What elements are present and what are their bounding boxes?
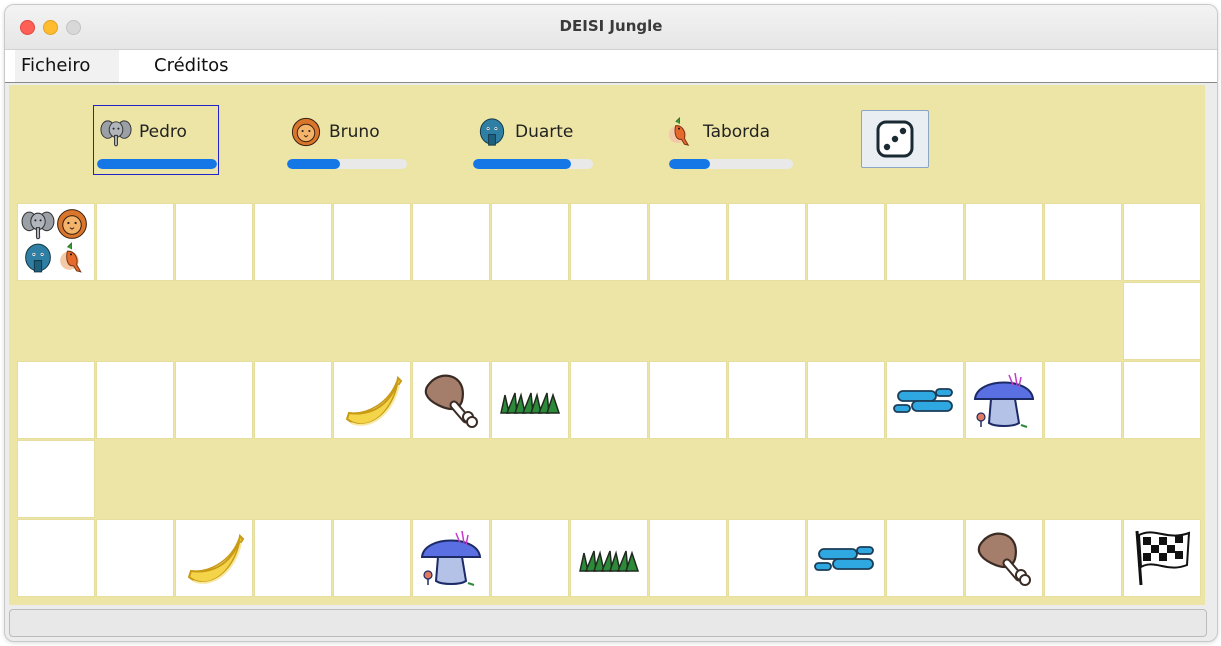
bird-icon	[668, 117, 690, 146]
game-panel: Pedro Bruno Duarte Taborda	[9, 85, 1205, 605]
board-cell	[570, 361, 648, 439]
banana-icon	[345, 375, 403, 426]
energy-bar-fill	[669, 159, 710, 169]
board-cell	[17, 440, 95, 518]
meat-icon	[424, 374, 478, 428]
meat-icon	[977, 532, 1031, 586]
board-cell	[1044, 203, 1122, 281]
player-header: Duarte	[475, 115, 573, 149]
player-duarte[interactable]: Duarte	[469, 105, 597, 175]
board-cell	[1123, 282, 1201, 360]
board-cell	[333, 203, 411, 281]
bird-icon	[60, 242, 82, 273]
energy-bar	[97, 159, 217, 169]
board-cell	[886, 361, 964, 439]
dice-button[interactable]	[861, 110, 929, 168]
board-cell	[17, 361, 95, 439]
mushroom-icon	[420, 530, 482, 586]
board-cell	[1123, 519, 1201, 597]
banana-icon	[187, 533, 245, 584]
board-cell	[886, 519, 964, 597]
mushroom-icon	[973, 372, 1035, 428]
player-taborda[interactable]: Taborda	[657, 105, 805, 175]
board-cell	[491, 519, 569, 597]
title-bar: DEISI Jungle	[5, 5, 1217, 50]
board-cell	[491, 203, 569, 281]
board-cell	[649, 519, 727, 597]
board-cell	[728, 203, 806, 281]
player-name: Taborda	[703, 122, 771, 142]
elephant-icon	[21, 211, 55, 240]
player-header: Taborda	[663, 115, 770, 149]
board-cell	[96, 361, 174, 439]
board-cell	[1044, 519, 1122, 597]
energy-bar-fill	[97, 159, 217, 169]
player-header: Pedro	[99, 115, 187, 149]
board-cell	[570, 519, 648, 597]
water-icon	[814, 546, 874, 571]
grass-icon	[500, 392, 561, 414]
board-cell	[807, 361, 885, 439]
board-cell	[175, 519, 253, 597]
menu-bar: Ficheiro Créditos	[5, 50, 1217, 83]
player-name: Pedro	[139, 122, 187, 142]
board-cell	[96, 203, 174, 281]
board-cell	[965, 361, 1043, 439]
board-cell	[412, 361, 490, 439]
menu-ficheiro[interactable]: Ficheiro	[15, 50, 119, 82]
board-cell	[570, 203, 648, 281]
board-cell	[333, 519, 411, 597]
board-cell	[649, 361, 727, 439]
board-cell	[965, 203, 1043, 281]
board-cell	[886, 203, 964, 281]
board-cell	[965, 519, 1043, 597]
board-cell	[333, 361, 411, 439]
energy-bar	[473, 159, 593, 169]
player-header: Bruno	[289, 115, 380, 149]
board-cell	[254, 203, 332, 281]
water-icon	[893, 388, 953, 413]
tapir-icon	[25, 243, 51, 273]
board-cell	[412, 203, 490, 281]
board-cell	[17, 519, 95, 597]
board-cell	[254, 361, 332, 439]
player-name: Bruno	[329, 122, 380, 142]
player-pedro[interactable]: Pedro	[93, 105, 221, 175]
board-cell	[412, 519, 490, 597]
finish-flag-icon	[1135, 530, 1191, 586]
board-cell	[807, 519, 885, 597]
board-cell	[254, 519, 332, 597]
energy-bar-fill	[473, 159, 572, 169]
board-cell	[17, 203, 95, 281]
lion-icon	[291, 117, 321, 147]
board-cell	[1123, 361, 1201, 439]
app-window: DEISI Jungle Ficheiro Créditos Pedro Bru…	[4, 4, 1218, 642]
player-name: Duarte	[515, 122, 574, 142]
dice-three-icon	[876, 120, 914, 158]
board-cell	[1044, 361, 1122, 439]
board-cell	[175, 361, 253, 439]
board-cell	[491, 361, 569, 439]
energy-bar-fill	[287, 159, 340, 169]
energy-bar	[287, 159, 407, 169]
board-cell	[807, 203, 885, 281]
board-cell	[96, 519, 174, 597]
grass-icon	[579, 550, 640, 572]
board-cell	[649, 203, 727, 281]
window-title: DEISI Jungle	[559, 17, 663, 35]
menu-creditos[interactable]: Créditos	[154, 55, 229, 77]
energy-bar	[669, 159, 793, 169]
status-bar	[9, 609, 1207, 637]
board-cell	[1123, 203, 1201, 281]
elephant-icon	[100, 120, 132, 147]
board-cell	[728, 361, 806, 439]
tapir-icon	[479, 118, 505, 146]
lion-icon	[57, 209, 87, 239]
player-bruno[interactable]: Bruno	[283, 105, 411, 175]
board-cell	[175, 203, 253, 281]
board-cell	[728, 519, 806, 597]
